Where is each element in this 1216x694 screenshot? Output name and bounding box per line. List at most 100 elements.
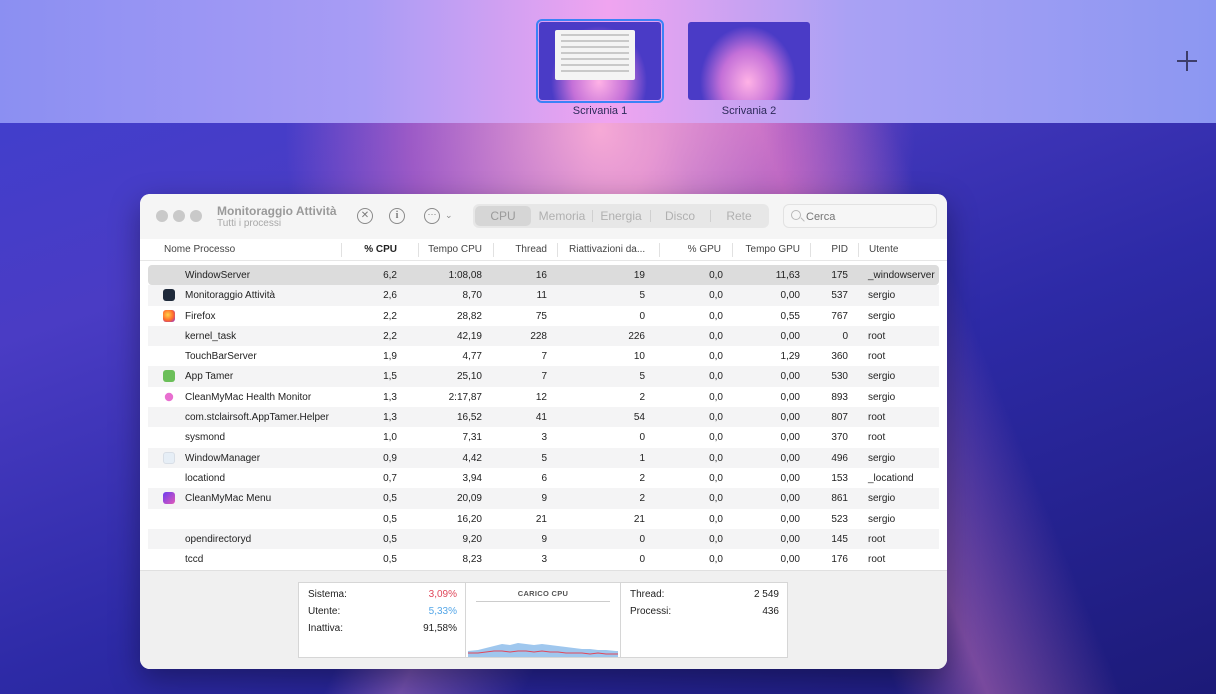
table-row[interactable]: 0,5 16,20 21 21 0,0 0,00 523 sergio — [148, 509, 939, 529]
more-options-icon[interactable]: ··· — [424, 208, 440, 224]
tempo-gpu-value: 0,00 — [780, 472, 800, 484]
tab-energia[interactable]: Energia — [593, 206, 649, 226]
tab-rete[interactable]: Rete — [711, 206, 767, 226]
tempo-cpu-value: 8,23 — [462, 554, 482, 566]
table-row[interactable]: locationd 0,7 3,94 6 2 0,0 0,00 153 _locationd — [148, 468, 939, 488]
tab-disco[interactable]: Disco — [651, 206, 709, 226]
column-header-gpu[interactable]: % GPU — [659, 244, 721, 255]
table-row[interactable]: com.stclairsoft.AppTamer.Helper 1,3 16,52 4… — [148, 407, 939, 428]
thread-value: 12 — [535, 391, 547, 403]
pid-value: 807 — [831, 412, 848, 424]
gpu-value: 0,0 — [709, 412, 723, 424]
table-row[interactable]: Firefox 2,2 28,82 75 0 0,0 0,55 767 sergio — [148, 306, 939, 326]
pid-value: 175 — [831, 270, 848, 281]
table-row[interactable]: Monitoraggio Attività 2,6 8,70 11 5 0,0 0,00 53… — [148, 285, 939, 306]
tempo-gpu-value: 0,00 — [780, 493, 800, 505]
stop-process-icon[interactable]: ✕ — [357, 208, 373, 224]
table-row[interactable]: TouchBarServer 1,9 4,77 7 10 0,0 1,29 360 root — [148, 346, 939, 366]
process-name: Firefox — [185, 310, 216, 322]
table-row[interactable]: opendirectoryd 0,5 9,20 9 0 0,0 0,00 145 root — [148, 528, 939, 550]
tempo-cpu-value: 4,42 — [462, 452, 482, 464]
tempo-cpu-value: 7,31 — [462, 432, 482, 444]
pid-value: 537 — [831, 290, 848, 302]
activity-monitor-icon — [163, 289, 175, 302]
thread-value: 7 — [541, 371, 547, 383]
table-row[interactable]: CleanMyMac Menu 0,5 20,09 9 2 0,0 0,00 861 sergi… — [148, 488, 939, 509]
mission-control-spaces-bar: Scrivania 1 Scrivania 2 — [0, 0, 1216, 123]
table-row[interactable]: sysmond 1,0 7,31 3 0 0,0 0,00 370 root — [148, 427, 939, 447]
riattivazioni-value: 0 — [639, 310, 645, 322]
tab-cpu[interactable]: CPU — [475, 206, 531, 226]
column-header-tempo-cpu[interactable]: Tempo CPU — [410, 244, 482, 255]
search-input[interactable] — [806, 208, 926, 225]
table-row[interactable]: WindowManager 0,9 4,42 5 1 0,0 0,00 496 sergio — [148, 447, 939, 468]
column-header-nome-processo[interactable]: Nome Processo — [164, 244, 235, 255]
window-manager-icon — [163, 451, 175, 464]
table-row[interactable]: WindowServer 6,2 1:08,08 16 19 0,0 11,63 175 _wi… — [148, 265, 939, 286]
process-name: WindowManager — [185, 452, 261, 464]
table-row[interactable]: tccd 0,5 8,23 3 0 0,0 0,00 176 root — [148, 549, 939, 569]
gpu-value: 0,0 — [709, 554, 723, 566]
tab-memoria[interactable]: Memoria — [533, 206, 591, 226]
gpu-value: 0,0 — [709, 493, 723, 505]
utente-value: sergio — [868, 513, 896, 525]
table-row[interactable]: App Tamer 1,5 25,10 7 5 0,0 0,00 530 sergio — [148, 366, 939, 387]
process-name: locationd — [185, 472, 226, 484]
cpu-value: 6,2 — [383, 270, 397, 281]
riattivazioni-value: 0 — [639, 554, 645, 566]
cpu-usage-panel: Sistema: 3,09% Utente: 5,33% Inattiva: 9… — [298, 582, 466, 658]
thread-value: 21 — [535, 513, 547, 525]
utente-value: _windowserver — [868, 270, 935, 281]
column-header-cpu[interactable]: % CPU — [341, 244, 397, 255]
zoom-window-button[interactable] — [190, 210, 202, 222]
window-subtitle: Tutti i processi — [217, 218, 282, 229]
utente-value: sergio — [868, 310, 896, 322]
column-header-tempo-gpu[interactable]: Tempo GPU — [732, 244, 800, 255]
thread-value: 16 — [535, 270, 547, 281]
process-name: CleanMyMac Menu — [185, 493, 272, 505]
thread-value: 3 — [541, 554, 547, 566]
app-tamer-icon — [163, 370, 175, 383]
cleanmymac-health-icon — [164, 392, 174, 401]
gpu-value: 0,0 — [709, 533, 723, 545]
tempo-gpu-value: 11,63 — [775, 270, 800, 281]
desktop-thumbnail-2[interactable] — [688, 22, 810, 100]
column-header-pid[interactable]: PID — [810, 244, 848, 255]
minimize-window-button[interactable] — [173, 210, 185, 222]
column-header-thread[interactable]: Thread — [493, 244, 547, 255]
utente-load-area — [468, 643, 618, 657]
search-field[interactable] — [783, 204, 937, 228]
riattivazioni-value: 2 — [639, 493, 645, 505]
column-header-utente[interactable]: Utente — [869, 244, 898, 255]
info-icon[interactable]: i — [389, 208, 405, 224]
riattivazioni-value: 0 — [639, 432, 645, 444]
thread-value: 7 — [541, 351, 547, 363]
riattivazioni-value: 2 — [639, 472, 645, 484]
chevron-down-icon[interactable]: ⌄ — [445, 210, 453, 221]
tempo-cpu-value: 9,20 — [462, 533, 482, 545]
riattivazioni-value: 19 — [633, 270, 645, 281]
pid-value: 153 — [831, 472, 848, 484]
thread-value: 11 — [536, 290, 547, 302]
plus-icon[interactable] — [1176, 50, 1198, 72]
close-window-button[interactable] — [156, 210, 168, 222]
desktop-label-1: Scrivania 1 — [572, 105, 628, 117]
gpu-value: 0,0 — [709, 310, 723, 322]
table-row[interactable]: CleanMyMac Health Monitor 1,3 2:17,87 12 2 0,… — [148, 387, 939, 407]
desktop-thumbnail-1[interactable] — [536, 19, 664, 103]
utente-value: sergio — [868, 391, 896, 403]
search-icon — [791, 210, 801, 220]
cpu-value: 1,0 — [383, 432, 397, 444]
cpu-value: 0,5 — [383, 533, 397, 545]
tempo-gpu-value: 0,00 — [780, 452, 800, 464]
thread-value: 9 — [541, 493, 547, 505]
tempo-gpu-value: 0,00 — [780, 554, 800, 566]
table-row[interactable]: kernel_task 2,2 42,19 228 226 0,0 0,00 0 root — [148, 325, 939, 347]
pid-value: 176 — [831, 554, 848, 566]
column-header-row: Nome Processo % CPU Tempo CPU Thread Ria… — [140, 239, 947, 261]
gpu-value: 0,0 — [709, 371, 723, 383]
pid-value: 370 — [831, 432, 848, 444]
column-header-riattivazioni[interactable]: Riattivazioni da... — [569, 244, 655, 255]
tempo-cpu-value: 4,77 — [462, 351, 482, 363]
cpu-value: 0,5 — [383, 554, 397, 566]
